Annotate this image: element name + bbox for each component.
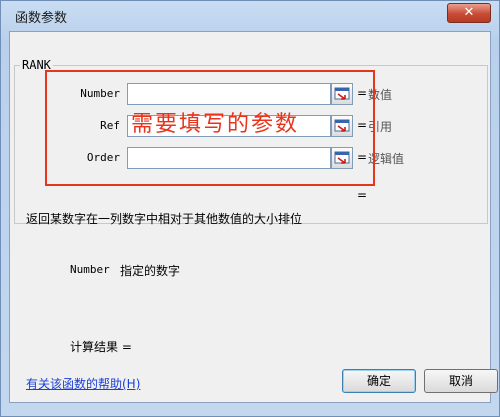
- annotation-text: 需要填写的参数: [131, 112, 300, 137]
- close-button[interactable]: ✕: [447, 3, 491, 23]
- param-help-text: 指定的数字: [120, 264, 181, 278]
- cancel-button[interactable]: 取消: [424, 369, 498, 393]
- param-help-name: Number: [70, 263, 110, 276]
- ok-button[interactable]: 确定: [342, 369, 416, 393]
- result-equals-sign: =: [357, 188, 368, 202]
- dialog-title: 函数参数: [15, 11, 68, 26]
- calc-result-label: 计算结果 =: [70, 340, 132, 354]
- title-bar[interactable]: 函数参数 ✕: [1, 1, 499, 29]
- function-description: 返回某数字在一列数字中相对于其他数值的大小排位: [26, 212, 303, 226]
- function-help-link[interactable]: 有关该函数的帮助(H): [26, 375, 140, 392]
- dialog-window: 函数参数 ✕ RANK Number = 数值 Ref = 引用 Order =…: [0, 0, 500, 417]
